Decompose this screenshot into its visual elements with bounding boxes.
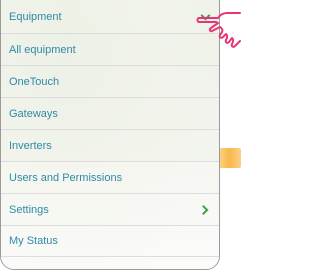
menu-item-all-equipment[interactable]: All equipment [1,33,219,65]
menu-item-label: Settings [9,203,49,216]
menu-item-label: My Status [9,235,58,247]
pointing-hand-icon [196,12,241,48]
menu-item-my-status[interactable]: My Status [1,225,219,257]
menu-list: Equipment All equipment OneTouch Gateway… [1,1,219,257]
menu-item-onetouch[interactable]: OneTouch [1,65,219,97]
menu-item-settings[interactable]: Settings [1,193,219,225]
menu-item-gateways[interactable]: Gateways [1,97,219,129]
menu-item-inverters[interactable]: Inverters [1,129,219,161]
menu-item-label: Equipment [9,11,62,23]
menu-item-label: Users and Permissions [9,171,123,184]
menu-item-label: Gateways [9,107,58,120]
menu-item-users-and-permissions[interactable]: Users and Permissions [1,161,219,193]
menu-item-label: Inverters [9,139,52,152]
chevron-right-icon [198,204,209,215]
menu-item-equipment[interactable]: Equipment [1,1,219,33]
navigation-menu: Equipment All equipment OneTouch Gateway… [0,0,220,270]
menu-item-label: OneTouch [9,75,60,88]
menu-item-label: All equipment [9,43,76,56]
